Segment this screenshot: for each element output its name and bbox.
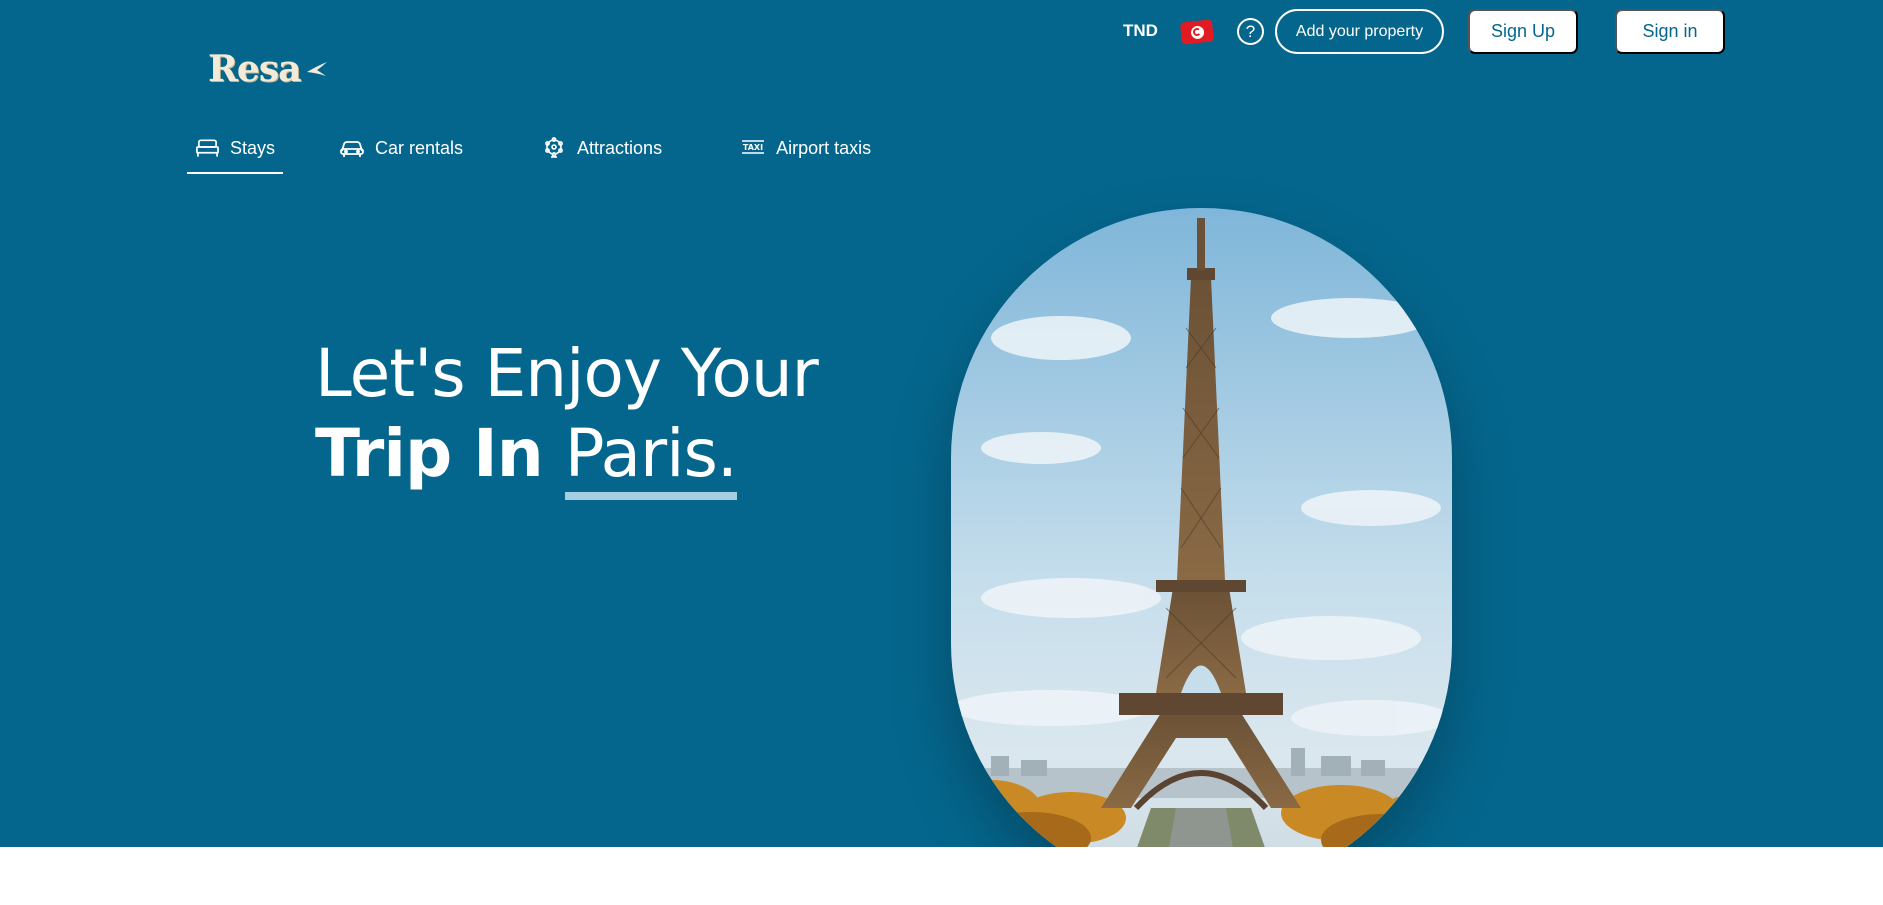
main-nav: Stays Car rentals Attractions TAXI Airpo… [187, 126, 879, 174]
headline-period: . [716, 415, 738, 492]
hero-section: Resa TND ? Add your property Sign Up Sig… [0, 0, 1883, 893]
car-icon [340, 141, 364, 157]
nav-item-stays[interactable]: Stays [187, 126, 283, 174]
nav-item-label: Stays [229, 137, 275, 158]
eiffel-tower-photo [951, 208, 1452, 893]
taxi-icon: TAXI [742, 140, 765, 154]
hero-headline: Let's Enjoy Your Trip In Paris. [315, 334, 819, 500]
currency-selector[interactable]: TND [1123, 21, 1158, 41]
headline-city: Paris. [564, 415, 738, 500]
brand-logo[interactable]: Resa [208, 48, 328, 90]
content-area [0, 847, 1883, 905]
headline-line-2: Trip In Paris. [315, 414, 818, 500]
city-name: Paris [564, 415, 718, 492]
nav-item-label: Car rentals [375, 137, 464, 158]
sign-up-button[interactable]: Sign Up [1468, 9, 1578, 54]
sign-in-button[interactable]: Sign in [1615, 9, 1725, 54]
nav-item-label: Attractions [577, 137, 663, 158]
nav-item-airport-taxis[interactable]: TAXI Airport taxis [732, 126, 879, 170]
eiffel-tower-illustration [951, 208, 1452, 893]
nav-item-attractions[interactable]: Attractions [533, 126, 670, 170]
star-mark-icon [307, 62, 328, 76]
headline-prefix: Trip In [315, 415, 544, 492]
add-property-button[interactable]: Add your property [1275, 9, 1444, 54]
headline-line-1: Let's Enjoy Your [315, 335, 819, 412]
help-icon[interactable]: ? [1237, 18, 1264, 45]
brand-name: Resa [208, 48, 301, 90]
svg-text:TAXI: TAXI [743, 143, 763, 152]
bed-icon [196, 139, 219, 157]
tunisia-flag-icon[interactable] [1179, 19, 1215, 45]
ferris-wheel-icon [545, 137, 563, 158]
nav-item-label: Airport taxis [776, 137, 872, 158]
nav-item-car-rentals[interactable]: Car rentals [331, 126, 471, 170]
